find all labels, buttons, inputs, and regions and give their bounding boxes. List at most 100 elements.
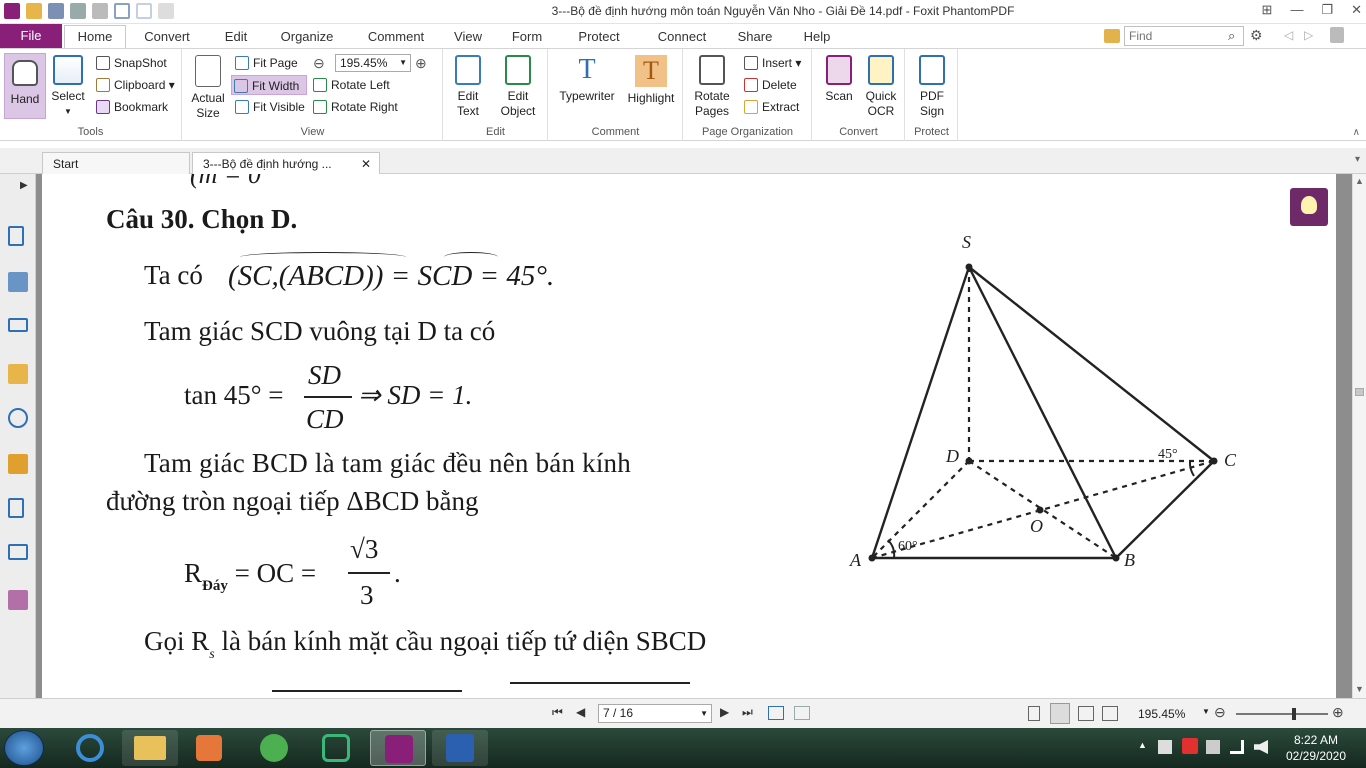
select-button[interactable]: Select ▼ — [48, 53, 88, 119]
fit-visible-button[interactable]: Fit Visible — [233, 97, 305, 117]
insert-button[interactable]: Insert ▾ — [742, 53, 801, 73]
edit-object-button[interactable]: Edit Object — [492, 53, 544, 119]
status-zoom-out-icon[interactable]: ⊖ — [1214, 704, 1226, 721]
zoom-dropdown-icon[interactable]: ▼ — [1202, 707, 1210, 716]
signatures-icon[interactable] — [8, 498, 24, 518]
edit-text-button[interactable]: Edit Text — [448, 53, 488, 119]
content-icon[interactable] — [8, 544, 28, 560]
tray-app-icon[interactable] — [1206, 740, 1220, 754]
zoom-slider[interactable] — [1236, 708, 1328, 720]
tab-start[interactable]: Start — [42, 152, 190, 174]
fit-width-button[interactable]: Fit Width — [231, 75, 307, 95]
taskbar-foxit[interactable] — [370, 730, 426, 766]
collapse-ribbon-icon[interactable]: ∧ — [1353, 127, 1360, 138]
continuous-view-icon[interactable] — [1050, 703, 1070, 724]
security-lock-icon[interactable] — [8, 454, 28, 474]
network-signal-icon[interactable] — [1230, 740, 1244, 754]
bookmark-button[interactable]: Bookmark — [94, 97, 168, 117]
continuous-facing-view-icon[interactable] — [1102, 706, 1118, 721]
vertical-scrollbar[interactable]: ▲ ▼ — [1352, 174, 1366, 698]
taskbar-word[interactable] — [432, 730, 488, 766]
flag-icon[interactable] — [1158, 740, 1172, 754]
tab-organize[interactable]: Organize — [272, 26, 342, 48]
zoom-in-icon[interactable]: ⊕ — [415, 55, 427, 72]
quick-ocr-button[interactable]: Quick OCR — [861, 53, 901, 119]
zoom-slider-thumb[interactable] — [1292, 708, 1296, 720]
fit-page-button[interactable]: Fit Page — [233, 53, 298, 73]
snapshot-button[interactable]: SnapShot — [94, 53, 167, 73]
tab-help[interactable]: Help — [796, 26, 838, 48]
nav-forward-icon[interactable]: ▷ — [1304, 28, 1313, 42]
status-zoom-in-icon[interactable]: ⊕ — [1332, 704, 1344, 721]
tab-home[interactable]: Home — [64, 25, 126, 49]
scroll-up-icon[interactable]: ▲ — [1355, 176, 1364, 186]
export-page-icon[interactable] — [794, 706, 810, 720]
clock[interactable]: 8:22 AM 02/29/2020 — [1280, 732, 1352, 764]
insert-page-icon[interactable] — [768, 706, 784, 720]
ribbon-options-icon[interactable]: ⊞ — [1262, 2, 1273, 18]
pdf-sign-button[interactable]: PDF Sign — [910, 53, 954, 119]
restore-button[interactable]: ❐ — [1321, 2, 1333, 18]
page-number-field[interactable]: 7 / 16 ▼ — [598, 704, 712, 723]
rotate-pages-button[interactable]: Rotate Pages — [688, 53, 736, 119]
minimize-button[interactable]: — — [1290, 2, 1303, 18]
next-page-icon[interactable]: ▶ — [720, 705, 729, 719]
find-folder-icon[interactable] — [1104, 29, 1120, 43]
tab-edit[interactable]: Edit — [214, 26, 258, 48]
taskbar-explorer[interactable] — [122, 730, 178, 766]
show-hidden-icons[interactable]: ▲ — [1138, 740, 1147, 750]
destinations-icon[interactable] — [8, 590, 28, 610]
typewriter-button[interactable]: T Typewriter — [555, 53, 619, 104]
tab-protect[interactable]: Protect — [570, 26, 628, 48]
expand-panel-icon[interactable]: ▶ — [20, 180, 28, 191]
zoom-select[interactable]: 195.45% ▼ — [335, 54, 411, 72]
find-input[interactable] — [1124, 26, 1244, 46]
rotate-left-button[interactable]: Rotate Left — [311, 75, 390, 95]
vivaldi-tray-icon[interactable] — [1182, 738, 1198, 754]
taskbar-app[interactable] — [308, 730, 364, 766]
tab-view[interactable]: View — [446, 26, 490, 48]
tab-file[interactable]: File — [0, 24, 62, 48]
tabs-scroll-icon[interactable]: ▾ — [1355, 154, 1360, 165]
pages-icon[interactable] — [8, 226, 24, 246]
delete-button[interactable]: Delete — [742, 75, 797, 95]
first-page-icon[interactable]: ⏮ — [552, 705, 563, 720]
last-page-icon[interactable]: ⏭ — [742, 705, 753, 720]
previous-page-icon[interactable]: ◀ — [576, 705, 585, 719]
nav-back-icon[interactable]: ◁ — [1284, 28, 1293, 42]
tab-connect[interactable]: Connect — [650, 26, 714, 48]
single-page-view-icon[interactable] — [1028, 706, 1040, 721]
highlight-button[interactable]: T Highlight — [623, 53, 679, 106]
tab-share[interactable]: Share — [730, 26, 780, 48]
settings-icon[interactable]: ⚙ — [1250, 27, 1263, 44]
rotate-right-button[interactable]: Rotate Right — [311, 97, 398, 117]
taskbar-coccoc[interactable] — [246, 730, 302, 766]
close-tab-icon[interactable]: ✕ — [361, 153, 371, 175]
volume-icon[interactable] — [1254, 740, 1268, 754]
tab-current-document[interactable]: 3---Bộ đề định hướng ... ✕ — [192, 152, 380, 174]
taskbar-ie[interactable] — [62, 730, 118, 766]
attachments-icon[interactable] — [8, 408, 28, 428]
bookmarks-panel-icon[interactable] — [8, 272, 28, 292]
tab-convert[interactable]: Convert — [134, 26, 200, 48]
start-button[interactable] — [4, 730, 44, 766]
layers-icon[interactable] — [8, 318, 28, 332]
close-button[interactable]: ✕ — [1351, 2, 1362, 18]
tab-form[interactable]: Form — [504, 26, 550, 48]
actual-size-button[interactable]: Actual Size — [187, 53, 229, 121]
zoom-out-icon[interactable]: ⊖ — [313, 55, 325, 72]
user-icon[interactable] — [1330, 27, 1344, 43]
bulb-tip-button[interactable] — [1290, 188, 1328, 226]
comments-panel-icon[interactable] — [8, 364, 28, 384]
clipboard-button[interactable]: Clipboard ▾ — [94, 75, 175, 95]
extract-button[interactable]: Extract — [742, 97, 799, 117]
scan-button[interactable]: Scan — [817, 53, 861, 104]
facing-view-icon[interactable] — [1078, 706, 1094, 721]
hand-button[interactable]: Hand — [4, 53, 46, 119]
tab-comment[interactable]: Comment — [360, 26, 432, 48]
scroll-thumb[interactable] — [1355, 388, 1364, 396]
document-viewport[interactable]: (m = 0 Câu 30. Chọn D. Ta có (SC,(ABCD))… — [36, 174, 1352, 698]
scroll-down-icon[interactable]: ▼ — [1355, 684, 1364, 694]
taskbar-media-player[interactable] — [182, 730, 238, 766]
search-icon[interactable]: ⌕ — [1228, 28, 1235, 44]
